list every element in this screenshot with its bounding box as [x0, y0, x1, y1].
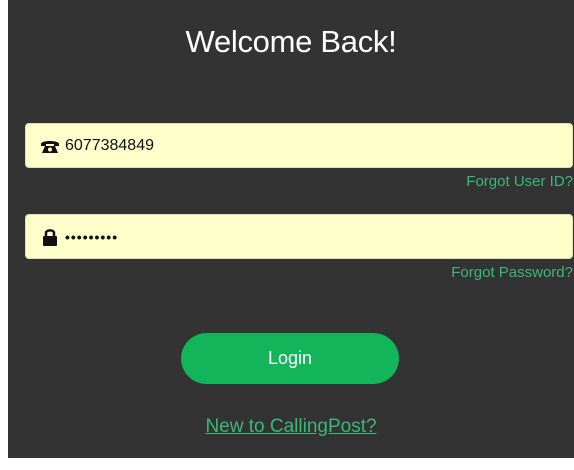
page-title: Welcome Back! — [185, 24, 397, 59]
signup-link-container: New to CallingPost? — [8, 415, 574, 440]
forgot-password-link[interactable]: Forgot Password? — [451, 264, 573, 282]
password-field[interactable] — [25, 214, 573, 259]
lock-icon — [39, 227, 61, 247]
forgot-user-id-link[interactable]: Forgot User ID? — [466, 173, 573, 191]
phone-icon — [39, 136, 61, 156]
login-panel: Welcome Back! Forgot User ID? Forgot Pas… — [8, 0, 574, 458]
login-button[interactable]: Login — [181, 333, 399, 384]
user-id-field[interactable] — [25, 123, 573, 168]
password-input[interactable] — [65, 221, 545, 252]
signup-link[interactable]: New to CallingPost? — [205, 416, 376, 437]
user-id-input[interactable] — [65, 130, 545, 161]
